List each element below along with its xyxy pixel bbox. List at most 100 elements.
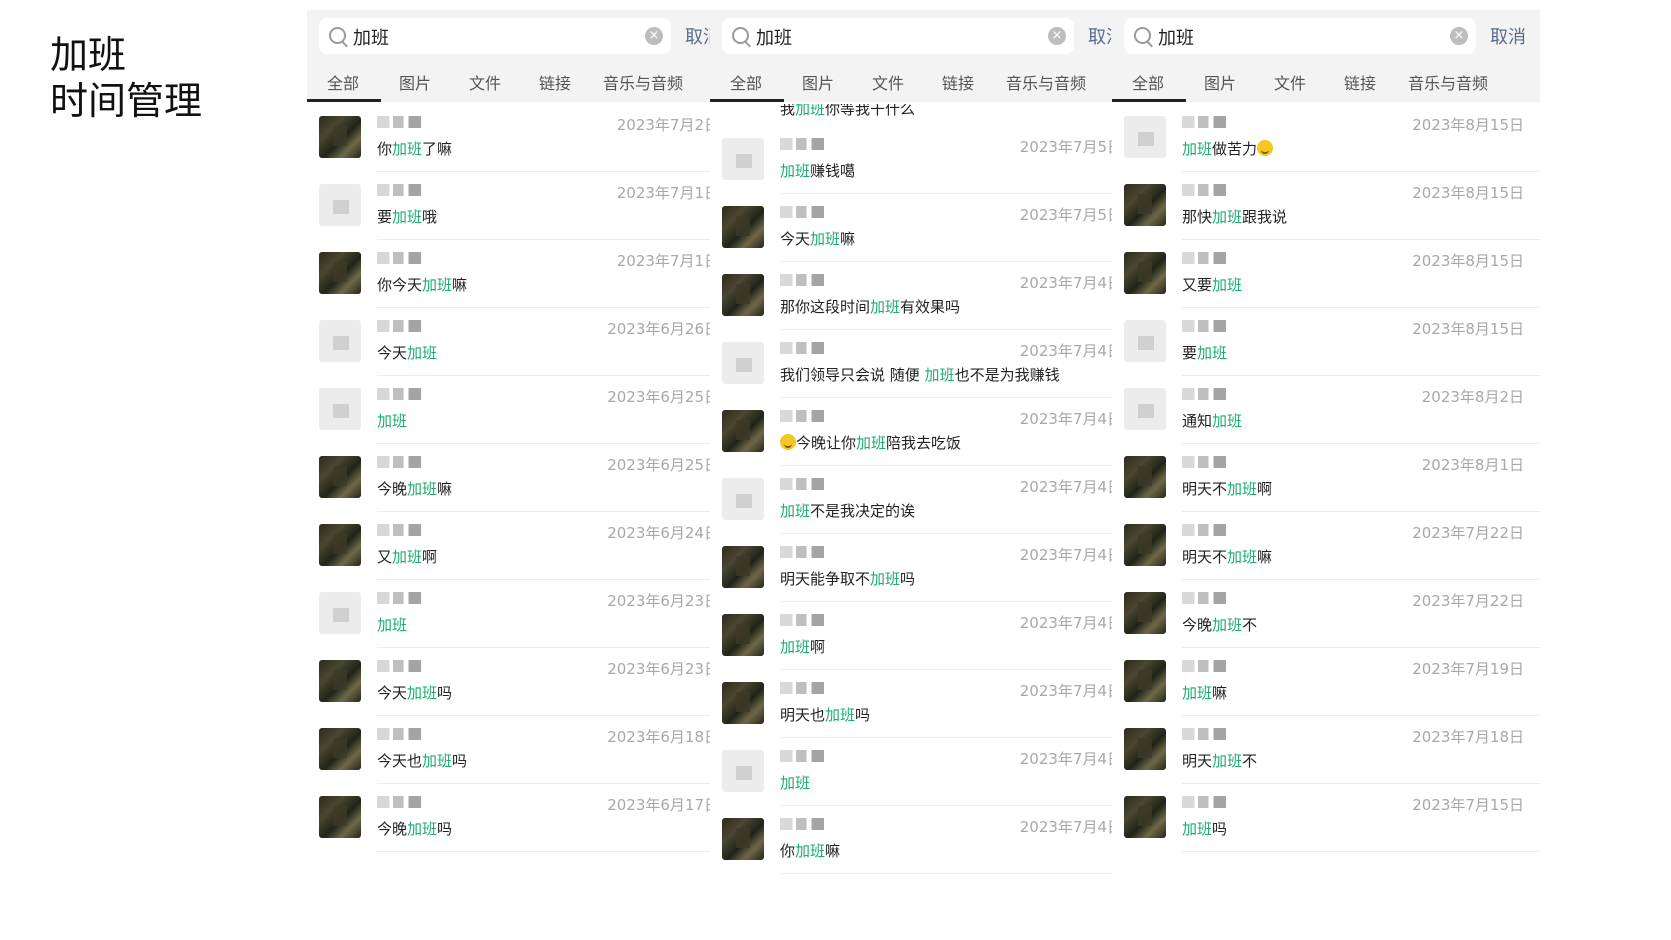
search-icon [1134,27,1151,44]
tab-0[interactable]: 全部 [1132,70,1164,94]
list-item[interactable]: 2023年6月23日 加班 [307,580,735,648]
list-item[interactable]: 2023年6月23日 今天加班吗 [307,648,735,716]
message-snippet: 加班啊 [780,638,826,656]
tab-4[interactable]: 音乐与音频 [1006,70,1086,94]
tab-2[interactable]: 文件 [872,70,904,94]
list-item[interactable]: 2023年8月15日又要加班 [1112,240,1540,308]
keyword-highlight: 加班 [422,752,453,770]
keyword-highlight: 加班 [825,706,856,724]
list-item[interactable]: 2023年7月22日 今晚加班不 [1112,580,1540,648]
keyword-highlight: 加班 [1197,344,1228,362]
list-item[interactable]: 2023年8月1日 明天不加班啊 [1112,444,1540,512]
list-item[interactable]: 2023年6月26日 今天加班 [307,308,735,376]
avatar [319,524,361,566]
list-item[interactable]: 2023年8月2日 通知加班 [1112,376,1540,444]
message-snippet: 今天加班嘛 [780,230,856,248]
tab-2[interactable]: 文件 [469,70,501,94]
contact-name-blurred [377,252,421,264]
search-panel-1: 加班 × 取消 全部 图片 文件 链接 音乐与音频 2023年7月2日 你加班了嘛 2023年7月1… [307,10,735,930]
message-snippet: 加班 [377,614,407,635]
clear-icon[interactable]: × [645,27,663,45]
message-snippet: 加班 [377,410,407,431]
search-input[interactable]: 加班 × [1124,18,1476,54]
list-item[interactable]: 2023年7月4日 那你这段时间加班有效果吗 [710,262,1138,330]
search-query[interactable]: 加班 [353,24,389,50]
partial-row[interactable]: 我加班你等我干什么 [710,104,1138,126]
keyword-highlight: 加班 [856,434,887,452]
keyword-highlight: 加班 [1227,480,1258,498]
message-snippet: 又要加班 [1182,276,1243,294]
message-snippet: 要加班哦 [377,208,438,226]
emoji-icon [1257,140,1274,156]
message-snippet: 明天也加班吗 [780,706,871,724]
list-item[interactable]: 2023年7月4日 明天能争取不加班吗 [710,534,1138,602]
list-item[interactable]: 2023年7月19日 加班嘛 [1112,648,1540,716]
avatar [722,750,764,792]
search-input[interactable]: 加班 × [722,18,1074,54]
list-item[interactable]: 2023年7月4日 加班啊 [710,602,1138,670]
list-item[interactable]: 2023年7月2日 你加班了嘛 [307,104,735,172]
search-query[interactable]: 加班 [1158,24,1194,50]
tab-4[interactable]: 音乐与音频 [603,70,683,94]
list-item[interactable]: 2023年7月22日 明天不加班嘛 [1112,512,1540,580]
keyword-highlight: 加班 [1182,140,1213,158]
cancel-button[interactable]: 取消 [1490,23,1526,49]
list-item[interactable]: 2023年7月4日 今晚让你加班陪我去吃饭 [710,398,1138,466]
keyword-highlight: 加班 [780,774,811,792]
keyword-highlight: 加班 [1212,208,1243,226]
message-date: 2023年7月4日 [1019,410,1122,428]
list-item[interactable]: 2023年7月1日 要加班哦 [307,172,735,240]
list-item[interactable]: 2023年8月15日 要加班 [1112,308,1540,376]
message-date: 2023年8月15日 [1412,252,1524,270]
contact-name-blurred [1182,728,1226,740]
tab-0[interactable]: 全部 [327,70,359,94]
list-item[interactable]: 2023年7月4日 加班不是我决定的诶 [710,466,1138,534]
tab-1[interactable]: 图片 [1204,70,1236,94]
keyword-highlight: 加班 [870,298,901,316]
list-item[interactable]: 2023年6月25日 加班 [307,376,735,444]
search-header: 加班 × 取消 全部 图片 文件 链接 音乐与音频 [710,10,1138,102]
message-snippet: 要加班 [1182,344,1228,362]
tab-3[interactable]: 链接 [1344,70,1376,94]
tab-0[interactable]: 全部 [730,70,762,94]
contact-name-blurred [1182,796,1226,808]
search-input[interactable]: 加班 × [319,18,671,54]
contact-name-blurred [377,728,421,740]
list-item[interactable]: 2023年7月15日 加班吗 [1112,784,1540,852]
list-item[interactable]: 2023年6月17日 今晚加班吗 [307,784,735,852]
keyword-highlight: 加班 [1182,684,1213,702]
list-item[interactable]: 2023年7月1日 你今天加班嘛 [307,240,735,308]
list-item[interactable]: 2023年7月18日 明天加班不 [1112,716,1540,784]
list-item[interactable]: 2023年7月4日 我们领导只会说 随便 加班也不是为我赚钱 [710,330,1138,398]
list-item[interactable]: 2023年8月15日 那快加班跟我说 [1112,172,1540,240]
list-item[interactable]: 2023年7月4日 明天也加班吗 [710,670,1138,738]
clear-icon[interactable]: × [1048,27,1066,45]
tab-3[interactable]: 链接 [539,70,571,94]
avatar [319,728,361,770]
tab-2[interactable]: 文件 [1274,70,1306,94]
list-item[interactable]: 2023年6月18日 今天也加班吗 [307,716,735,784]
list-item[interactable]: 2023年8月15日 加班做苦力 [1112,104,1540,172]
list-item[interactable]: 2023年6月25日 今晚加班嘛 [307,444,735,512]
list-item[interactable]: 2023年7月5日加班赚钱噶 [710,126,1138,194]
message-snippet: 加班赚钱噶 [780,162,856,180]
avatar [1124,728,1166,770]
message-date: 2023年7月22日 [1412,592,1524,610]
message-date: 2023年7月5日 [1019,138,1122,156]
tab-3[interactable]: 链接 [942,70,974,94]
contact-name-blurred [377,456,421,468]
tab-1[interactable]: 图片 [802,70,834,94]
list-item[interactable]: 2023年7月4日 你加班嘛 [710,806,1138,874]
list-item[interactable]: 2023年7月4日 加班 [710,738,1138,806]
list-item[interactable]: 2023年6月24日 又加班啊 [307,512,735,580]
list-item[interactable]: 2023年7月5日 今天加班嘛 [710,194,1138,262]
contact-name-blurred [780,410,824,422]
contact-name-blurred [780,750,824,762]
tab-1[interactable]: 图片 [399,70,431,94]
contact-name-blurred [377,320,421,332]
search-query[interactable]: 加班 [756,24,792,50]
message-date: 2023年8月15日 [1412,184,1524,202]
tab-4[interactable]: 音乐与音频 [1408,70,1488,94]
search-panel-2: 加班 × 取消 全部 图片 文件 链接 音乐与音频 我加班你等我干什么 2023年7月5日 加班赚钱… [710,10,1138,930]
clear-icon[interactable]: × [1450,27,1468,45]
